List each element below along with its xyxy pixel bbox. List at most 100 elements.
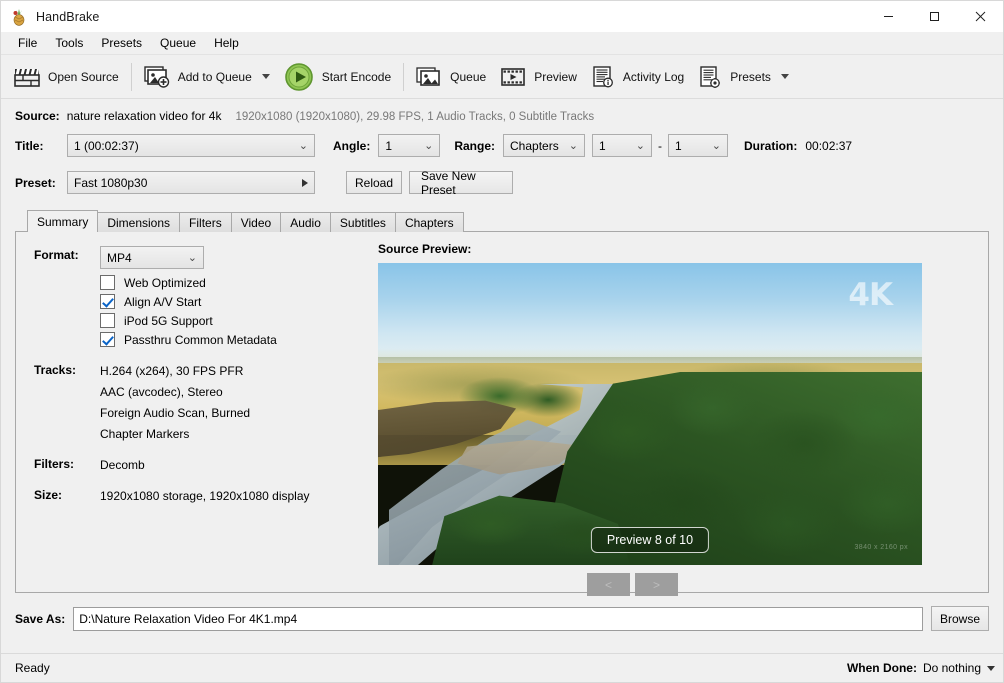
preset-select[interactable]: Fast 1080p30 (67, 171, 315, 194)
format-row: Format: MP4 ⌄ (34, 246, 366, 269)
size-value: 1920x1080 storage, 1920x1080 display (100, 486, 310, 507)
save-as-row: Save As: Browse (15, 606, 989, 631)
range-start-value: 1 (599, 139, 630, 153)
presets-toolbar-button[interactable]: Presets (691, 59, 796, 95)
reload-button[interactable]: Reload (346, 171, 402, 194)
tab-subtitles[interactable]: Subtitles (330, 212, 396, 232)
save-as-label: Save As: (15, 612, 65, 626)
when-done-value: Do nothing (923, 661, 981, 675)
queue-label: Queue (450, 70, 486, 84)
menu-queue[interactable]: Queue (151, 33, 205, 54)
angle-select[interactable]: 1 ⌄ (378, 134, 440, 157)
status-text: Ready (15, 661, 50, 675)
browse-button[interactable]: Browse (931, 606, 989, 631)
preview-next-button[interactable]: > (635, 573, 678, 596)
presets-toolbar-label: Presets (730, 70, 771, 84)
tab-audio[interactable]: Audio (280, 212, 331, 232)
queue-button[interactable]: Queue (409, 59, 493, 95)
toolbar-separator-2 (403, 63, 404, 91)
menu-bar: File Tools Presets Queue Help (1, 32, 1003, 55)
toolbar-separator (131, 63, 132, 91)
source-preview-label: Source Preview: (378, 242, 988, 256)
save-as-input[interactable] (73, 607, 923, 631)
range-end-select[interactable]: 1 ⌄ (668, 134, 728, 157)
size-label: Size: (34, 486, 100, 507)
chevron-down-icon-when-done[interactable] (987, 666, 995, 671)
range-type-value: Chapters (510, 139, 563, 153)
tracks-label: Tracks: (34, 361, 100, 445)
checkbox-label-align-av-start: Align A/V Start (124, 295, 201, 309)
open-source-button[interactable]: Open Source (7, 59, 126, 95)
start-encode-button[interactable]: Start Encode (277, 59, 398, 95)
tab-summary[interactable]: Summary (27, 210, 98, 232)
range-label: Range: (454, 139, 495, 153)
format-select[interactable]: MP4 ⌄ (100, 246, 204, 269)
duration-label: Duration: (744, 139, 797, 153)
format-select-value: MP4 (107, 251, 182, 265)
checkbox-box-align-av-start[interactable] (100, 294, 115, 309)
source-preview-image[interactable]: 4K 3840 x 2160 px Preview 8 of 10 (378, 263, 922, 565)
preview-button[interactable]: Preview (493, 59, 584, 95)
when-done-group[interactable]: When Done: Do nothing (847, 661, 995, 675)
activity-log-label: Activity Log (623, 70, 684, 84)
title-label: Title: (15, 139, 67, 153)
source-meta: 1920x1080 (1920x1080), 29.98 FPS, 1 Audi… (235, 111, 594, 123)
title-bar: HandBrake (1, 1, 1003, 32)
checkbox-align-av-start[interactable]: Align A/V Start (100, 294, 366, 309)
tracks-row: Tracks: H.264 (x264), 30 FPS PFR AAC (av… (34, 361, 366, 445)
checkbox-web-optimized[interactable]: Web Optimized (100, 275, 366, 290)
tab-chapters[interactable]: Chapters (395, 212, 464, 232)
filters-label: Filters: (34, 455, 100, 476)
add-to-queue-label: Add to Queue (178, 70, 252, 84)
tab-dimensions[interactable]: Dimensions (97, 212, 180, 232)
preview-prev-button[interactable]: < (587, 573, 630, 596)
size-row: Size: 1920x1080 storage, 1920x1080 displ… (34, 486, 366, 507)
menu-tools[interactable]: Tools (46, 33, 92, 54)
preview-corner-watermark: 3840 x 2160 px (855, 544, 908, 551)
preset-row: Preset: Fast 1080p30 Reload Save New Pre… (15, 171, 989, 194)
menu-file[interactable]: File (9, 33, 46, 54)
summary-right-column: Source Preview: 4K 3840 x 2160 px (366, 232, 988, 592)
handbrake-window: HandBrake File Tools Presets Queue Help (0, 0, 1004, 683)
preset-select-value: Fast 1080p30 (74, 176, 296, 190)
track-item: AAC (avcodec), Stereo (100, 382, 250, 403)
checkbox-ipod-5g-support[interactable]: iPod 5G Support (100, 313, 366, 328)
angle-label: Angle: (333, 139, 370, 153)
save-new-preset-button[interactable]: Save New Preset (409, 171, 513, 194)
activity-log-button[interactable]: Activity Log (584, 59, 691, 95)
chevron-down-icon[interactable] (262, 74, 270, 79)
checkbox-label-ipod-5g-support: iPod 5G Support (124, 314, 213, 328)
track-item: Chapter Markers (100, 424, 250, 445)
chevron-down-icon-range-end: ⌄ (712, 140, 721, 151)
preview-4k-watermark: 4K (848, 277, 892, 313)
track-item: H.264 (x264), 30 FPS PFR (100, 361, 250, 382)
open-source-label: Open Source (48, 70, 119, 84)
chevron-down-icon-format: ⌄ (188, 252, 197, 263)
menu-presets[interactable]: Presets (92, 33, 151, 54)
title-select[interactable]: 1 (00:02:37) ⌄ (67, 134, 315, 157)
chevron-right-icon-preset (302, 179, 308, 187)
stacked-images-icon (416, 66, 442, 88)
tab-video[interactable]: Video (231, 212, 281, 232)
menu-help[interactable]: Help (205, 33, 248, 54)
minimize-button[interactable] (865, 1, 911, 32)
range-type-select[interactable]: Chapters ⌄ (503, 134, 585, 157)
tab-strip: Summary Dimensions Filters Video Audio S… (15, 210, 989, 232)
range-start-select[interactable]: 1 ⌄ (592, 134, 652, 157)
checkbox-passthru-metadata[interactable]: Passthru Common Metadata (100, 332, 366, 347)
filters-row: Filters: Decomb (34, 455, 366, 476)
maximize-button[interactable] (911, 1, 957, 32)
chevron-down-icon-presets[interactable] (781, 74, 789, 79)
close-button[interactable] (957, 1, 1003, 32)
checkbox-box-web-optimized[interactable] (100, 275, 115, 290)
preview-nav-buttons: < > (378, 573, 988, 596)
tab-filters[interactable]: Filters (179, 212, 232, 232)
source-row: Source: nature relaxation video for 4k 1… (15, 99, 989, 123)
window-title: HandBrake (36, 10, 99, 24)
checkbox-box-passthru-metadata[interactable] (100, 332, 115, 347)
checkbox-box-ipod-5g-support[interactable] (100, 313, 115, 328)
add-to-queue-button[interactable]: Add to Queue (137, 59, 277, 95)
tracks-list: H.264 (x264), 30 FPS PFR AAC (avcodec), … (100, 361, 250, 445)
filters-value: Decomb (100, 455, 145, 476)
start-encode-label: Start Encode (322, 70, 391, 84)
